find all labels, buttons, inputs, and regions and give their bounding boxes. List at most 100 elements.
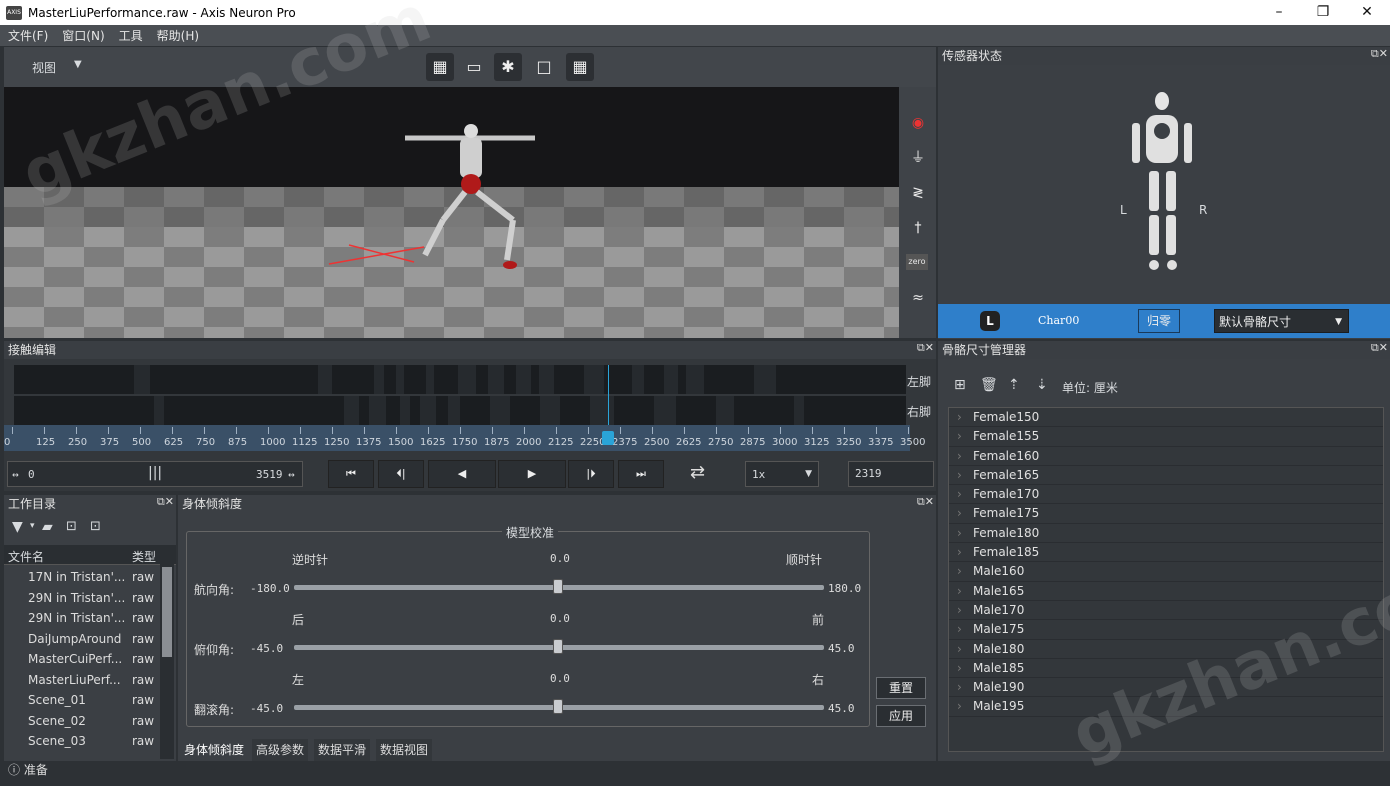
- speed-value: 1x: [752, 468, 766, 481]
- file-scrollbar[interactable]: [160, 547, 174, 759]
- ruler-tick-label: 1625: [420, 437, 446, 448]
- chevron-down-icon[interactable]: ▼: [74, 59, 82, 70]
- frame-input[interactable]: 2319: [848, 461, 934, 487]
- bone-size-item[interactable]: Female150: [949, 408, 1383, 428]
- checker-icon[interactable]: ▦: [426, 53, 454, 81]
- file-row[interactable]: 29N in Tristan'... raw: [4, 608, 158, 629]
- tpose-icon[interactable]: †: [906, 217, 930, 239]
- bone-size-item[interactable]: Male195: [949, 697, 1383, 717]
- camera-icon[interactable]: ▭: [460, 53, 488, 81]
- record-icon[interactable]: ◉: [906, 112, 930, 134]
- scrollbar-thumb[interactable]: [162, 567, 172, 657]
- app-icon: AXIS: [6, 5, 22, 20]
- float-close-icon[interactable]: ⧉✕: [917, 495, 934, 509]
- bone-size-item[interactable]: Male165: [949, 582, 1383, 601]
- menu-window[interactable]: 窗口(N): [62, 27, 104, 44]
- plug-icon[interactable]: ⏚: [906, 147, 930, 169]
- tab-tilt[interactable]: 身体倾斜度: [180, 739, 249, 761]
- range-bar[interactable]: ↔ 0 ||| 3519 ↔: [7, 461, 303, 487]
- reset-zero-button[interactable]: 归零: [1138, 309, 1180, 333]
- ruler-tick: [44, 427, 45, 434]
- range-end[interactable]: 3519: [256, 468, 283, 481]
- file-row[interactable]: Scene_03 raw: [4, 731, 158, 752]
- bone-size-item[interactable]: Male180: [949, 640, 1383, 659]
- play-button[interactable]: ▶: [498, 460, 566, 488]
- figure-icon[interactable]: ✱: [494, 53, 522, 81]
- loop-icon[interactable]: ⇄: [690, 462, 705, 483]
- bone-size-item[interactable]: Male160: [949, 562, 1383, 582]
- minimize-button[interactable]: –: [1256, 0, 1302, 25]
- menu-tools[interactable]: 工具: [119, 27, 143, 44]
- range-handle-icon[interactable]: |||: [148, 465, 162, 481]
- bone-size-item[interactable]: Female180: [949, 524, 1383, 544]
- file-row[interactable]: 29N in Tristan'... raw: [4, 588, 158, 609]
- search-file-icon[interactable]: ⊡: [66, 519, 77, 534]
- playhead-line: [607, 365, 609, 425]
- bone-size-item[interactable]: Female185: [949, 543, 1383, 563]
- menu-file[interactable]: 文件(F): [8, 27, 48, 44]
- ruler-tick: [716, 427, 717, 434]
- tab-smoothing[interactable]: 数据平滑: [314, 739, 371, 761]
- download-icon[interactable]: ⇣: [1036, 377, 1048, 393]
- file-name: Scene_01: [28, 693, 86, 707]
- chevron-down-icon[interactable]: ▾: [30, 521, 35, 531]
- bone-size-item[interactable]: Male185: [949, 659, 1383, 679]
- restore-button[interactable]: ❐: [1300, 0, 1346, 25]
- playhead-marker[interactable]: [601, 431, 614, 445]
- range-start[interactable]: 0: [28, 468, 35, 481]
- roll-slider-thumb[interactable]: [553, 699, 563, 714]
- yaw-slider-thumb[interactable]: [553, 579, 563, 594]
- file-row[interactable]: Scene_01 raw: [4, 690, 158, 711]
- float-close-icon[interactable]: ⧉✕: [1371, 341, 1388, 355]
- first-frame-button[interactable]: ⏮: [328, 460, 374, 488]
- bone-size-select[interactable]: 默认骨骼尺寸 ▼: [1214, 309, 1349, 333]
- checker2-icon[interactable]: ▦: [566, 53, 594, 81]
- frame-ruler[interactable]: 0 125 250 375 500 625 750 875 1000 1125 1250 1375 15…: [4, 425, 925, 451]
- square-icon[interactable]: □: [530, 53, 558, 81]
- last-frame-button[interactable]: ⏭: [618, 460, 664, 488]
- wave-icon[interactable]: ≈: [906, 287, 930, 309]
- upload-icon[interactable]: ⇡: [1008, 377, 1020, 393]
- file-row[interactable]: MasterLiuPerf... raw: [4, 670, 158, 691]
- calibrate-icon[interactable]: ≷: [906, 182, 930, 204]
- view-menu-label[interactable]: 视图: [32, 59, 56, 76]
- info-icon: ⓘ: [8, 763, 21, 777]
- bone-size-item[interactable]: Female170: [949, 485, 1383, 505]
- folder-icon[interactable]: ▰: [42, 519, 53, 535]
- float-close-icon[interactable]: ⧉✕: [1371, 47, 1388, 61]
- sensor-right-label: R: [1199, 203, 1208, 217]
- bone-size-item[interactable]: Female165: [949, 466, 1383, 486]
- zero-icon[interactable]: zero: [906, 254, 928, 270]
- right-foot-track[interactable]: [14, 396, 906, 425]
- file-row[interactable]: DaiJumpAround raw: [4, 629, 158, 650]
- bone-size-item[interactable]: Female155: [949, 427, 1383, 447]
- prev-key-button[interactable]: ⏴|: [378, 460, 424, 488]
- reset-button[interactable]: 重置: [876, 677, 926, 699]
- file-row[interactable]: Scene_02 raw: [4, 711, 158, 732]
- file-row[interactable]: MasterCuiPerf... raw: [4, 649, 158, 670]
- bone-size-item[interactable]: Male190: [949, 678, 1383, 698]
- menu-help[interactable]: 帮助(H): [157, 27, 199, 44]
- bone-size-item[interactable]: Female175: [949, 504, 1383, 524]
- tab-advanced[interactable]: 高级参数: [252, 739, 309, 761]
- left-foot-track[interactable]: [14, 365, 906, 394]
- pitch-slider-thumb[interactable]: [553, 639, 563, 654]
- float-close-icon[interactable]: ⧉✕: [157, 495, 174, 509]
- bone-size-item[interactable]: Male175: [949, 620, 1383, 640]
- bone-size-item[interactable]: Female160: [949, 447, 1383, 466]
- apply-button[interactable]: 应用: [876, 705, 926, 727]
- tab-data-view[interactable]: 数据视图: [376, 739, 433, 761]
- bone-size-item[interactable]: Male170: [949, 601, 1383, 621]
- next-key-button[interactable]: |⏵: [568, 460, 614, 488]
- prev-frame-button[interactable]: ◀: [428, 460, 496, 488]
- speed-select[interactable]: 1x ▼: [745, 461, 819, 487]
- add-icon[interactable]: ⊞: [954, 377, 966, 393]
- float-close-icon[interactable]: ⧉✕: [917, 341, 934, 355]
- col-type-header[interactable]: 类型: [132, 548, 156, 565]
- delete-icon[interactable]: 🗑: [980, 377, 998, 393]
- close-button[interactable]: ✕: [1344, 0, 1390, 25]
- filter-icon[interactable]: ▼: [12, 519, 23, 535]
- search-folder-icon[interactable]: ⊡: [90, 519, 101, 534]
- col-name-header[interactable]: 文件名: [8, 548, 44, 565]
- file-row[interactable]: 17N in Tristan'... raw: [4, 567, 158, 588]
